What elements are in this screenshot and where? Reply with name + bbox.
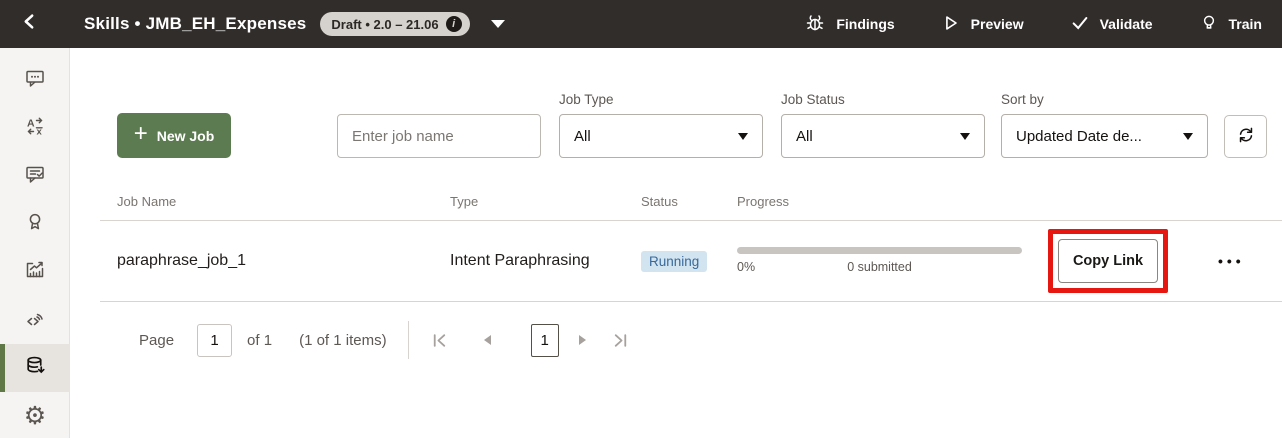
plus-icon: + — [134, 122, 148, 146]
sidebar-item-conversation[interactable] — [0, 56, 70, 104]
svg-text:A: A — [27, 117, 35, 129]
jobs-table: Job Name Type Status Progress paraphrase… — [100, 158, 1282, 302]
refresh-icon — [1236, 125, 1256, 148]
job-type-cell: Intent Paraphrasing — [450, 252, 641, 270]
sidebar-item-channels[interactable] — [0, 296, 70, 344]
job-status-field: Job Status All — [781, 92, 985, 158]
column-job-name: Job Name — [117, 194, 450, 209]
next-page-icon[interactable] — [579, 335, 586, 345]
caret-down-icon[interactable] — [491, 20, 505, 28]
chat-check-icon — [24, 163, 46, 190]
job-type-value: All — [574, 128, 591, 145]
validate-button[interactable]: Validate — [1070, 13, 1153, 36]
copy-link-button[interactable]: Copy Link — [1058, 239, 1158, 283]
play-icon — [941, 13, 961, 36]
jobs-toolbar: + New Job Job Type All Job Status All So… — [70, 92, 1282, 158]
pagination-nav: 1 — [431, 324, 629, 357]
sidebar-item-insights[interactable] — [0, 248, 70, 296]
job-status-value: All — [796, 128, 813, 145]
sort-by-dropdown[interactable]: Updated Date de... — [1001, 114, 1208, 158]
page-title: Skills • JMB_EH_Expenses — [84, 14, 306, 34]
validate-label: Validate — [1100, 16, 1153, 32]
back-button[interactable] — [0, 0, 58, 48]
page-number-input[interactable] — [197, 324, 232, 357]
caret-down-icon — [960, 133, 970, 140]
sidebar-item-translate[interactable]: A x — [0, 104, 70, 152]
job-type-label: Job Type — [559, 92, 763, 107]
ellipsis-menu-icon[interactable]: ••• — [1218, 253, 1245, 269]
main-content: + New Job Job Type All Job Status All So… — [70, 48, 1282, 438]
caret-down-icon — [1183, 133, 1193, 140]
version-badge-label: Draft • 2.0 – 21.06 — [331, 17, 438, 32]
column-progress: Progress — [737, 194, 1022, 209]
job-type-field: Job Type All — [559, 92, 763, 158]
job-progress-cell: 0% 0 submitted — [737, 247, 1022, 275]
new-job-label: New Job — [157, 128, 215, 144]
job-status-cell: Running — [641, 251, 737, 272]
app-header: Skills • JMB_EH_Expenses Draft • 2.0 – 2… — [0, 0, 1282, 48]
version-badge[interactable]: Draft • 2.0 – 21.06 i — [320, 12, 469, 36]
gear-icon: ⚙ — [24, 404, 46, 429]
pagination-divider — [408, 321, 409, 359]
job-name-cell: paraphrase_job_1 — [117, 252, 450, 270]
job-name-input[interactable] — [337, 114, 541, 158]
current-page-box[interactable]: 1 — [531, 324, 559, 357]
status-badge: Running — [641, 251, 707, 272]
page-label: Page — [139, 332, 174, 349]
last-page-icon[interactable] — [612, 332, 629, 349]
database-download-icon — [24, 354, 47, 382]
progress-bar — [737, 247, 1022, 254]
chat-dots-icon — [24, 67, 46, 94]
sort-by-field: Sort by Updated Date de... — [1001, 92, 1208, 158]
code-signal-icon — [24, 307, 46, 334]
pagination: Page of 1 (1 of 1 items) 1 — [70, 321, 1282, 359]
preview-label: Preview — [971, 16, 1024, 32]
preview-button[interactable]: Preview — [941, 13, 1024, 36]
sidebar-item-settings[interactable]: ⚙ — [0, 392, 70, 440]
sidebar-item-data-manufacturing[interactable] — [0, 344, 70, 392]
sidebar-item-qna[interactable] — [0, 152, 70, 200]
table-header: Job Name Type Status Progress — [100, 158, 1282, 221]
caret-down-icon — [738, 133, 748, 140]
job-type-dropdown[interactable]: All — [559, 114, 763, 158]
header-actions: Findings Preview Validate Train — [804, 12, 1262, 37]
first-page-icon[interactable] — [431, 332, 448, 349]
findings-button[interactable]: Findings — [804, 12, 894, 37]
findings-label: Findings — [836, 16, 894, 32]
column-type: Type — [450, 194, 641, 209]
page-of-label: of 1 — [247, 332, 272, 349]
lightbulb-icon — [1199, 13, 1219, 36]
train-button[interactable]: Train — [1199, 13, 1262, 36]
previous-page-icon[interactable] — [484, 335, 491, 345]
progress-submitted: 0 submitted — [737, 260, 1022, 274]
items-count-label: (1 of 1 items) — [299, 332, 387, 349]
table-row: paraphrase_job_1 Intent Paraphrasing Run… — [100, 221, 1282, 302]
refresh-button[interactable] — [1224, 115, 1267, 158]
annotation-highlight: Copy Link — [1048, 229, 1168, 293]
sidebar: A x — [0, 48, 70, 438]
new-job-button[interactable]: + New Job — [117, 113, 231, 158]
column-status: Status — [641, 194, 737, 209]
info-icon[interactable]: i — [446, 16, 462, 32]
check-icon — [1070, 13, 1090, 36]
ribbon-icon — [24, 211, 46, 238]
insights-chart-icon — [24, 259, 46, 286]
progress-labels: 0% 0 submitted — [737, 260, 1022, 275]
translate-icon: A x — [24, 115, 46, 142]
bug-icon — [804, 12, 826, 37]
sort-by-value: Updated Date de... — [1016, 128, 1142, 145]
job-status-label: Job Status — [781, 92, 985, 107]
train-label: Train — [1229, 16, 1262, 32]
job-status-dropdown[interactable]: All — [781, 114, 985, 158]
job-actions-cell: Copy Link ••• — [1022, 229, 1282, 293]
sort-by-label: Sort by — [1001, 92, 1208, 107]
chevron-left-icon — [21, 13, 38, 35]
sidebar-item-quality[interactable] — [0, 200, 70, 248]
